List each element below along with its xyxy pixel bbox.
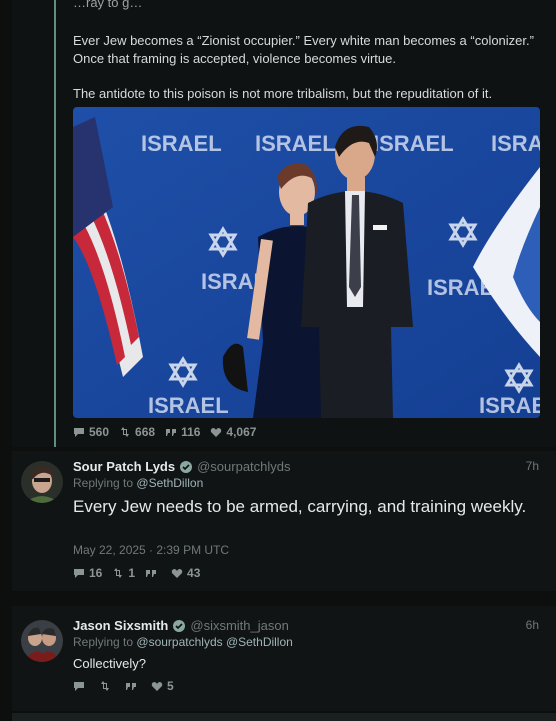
tweet-photo[interactable]: ISRAEL ISRAEL ISRAEL ISRAEL ISRAEL ISRAE… <box>73 107 540 418</box>
author-handle[interactable]: @sixsmith_jason <box>190 618 288 633</box>
like-stat[interactable]: 4,067 <box>210 425 256 439</box>
quote-icon <box>146 570 157 577</box>
replying-to: Replying to @SethDillon <box>73 476 204 490</box>
reply-text: Collectively? <box>73 656 146 671</box>
avatar[interactable] <box>21 620 63 662</box>
quote-stat[interactable] <box>125 679 141 693</box>
heart-icon <box>211 428 222 437</box>
retweet-icon <box>101 681 109 691</box>
verified-badge-icon <box>173 619 186 632</box>
backdrop-text-2: ISRAEL <box>255 131 336 156</box>
reply-stat[interactable]: 16 <box>73 566 102 580</box>
avatar-image <box>21 620 63 662</box>
backdrop-text-3: ISRAEL <box>373 131 454 156</box>
tweet-paragraph-2: The antidote to this poison is not more … <box>73 86 493 101</box>
comment-icon <box>74 428 84 437</box>
retweet-stat[interactable]: 668 <box>119 425 155 439</box>
author-handle[interactable]: @sourpatchlyds <box>197 459 290 474</box>
verified-badge-icon <box>180 460 193 473</box>
tweet-stats: 560 668 116 4,067 <box>73 425 256 439</box>
avatar[interactable] <box>21 461 63 503</box>
reply-text: Every Jew needs to be armed, carrying, a… <box>73 497 527 516</box>
retweet-icon <box>114 568 123 578</box>
retweet-stat[interactable] <box>99 679 115 693</box>
quote-stat[interactable]: 116 <box>165 425 200 439</box>
like-stat[interactable]: 43 <box>171 566 200 580</box>
backdrop-text-4: ISRAEL <box>491 131 540 156</box>
comment-icon <box>74 682 84 691</box>
replying-to: Replying to @sourpatchlyds @SethDillon <box>73 635 293 649</box>
comment-icon <box>74 569 84 578</box>
heart-icon <box>151 682 163 691</box>
replying-to-mention[interactable]: @sourpatchlyds @SethDillon <box>136 635 292 649</box>
author-row: Jason Sixsmith @sixsmith_jason <box>73 618 289 633</box>
avatar-image <box>21 461 63 503</box>
thread-connector-line <box>54 0 56 447</box>
tweet-time[interactable]: 7h <box>526 459 539 473</box>
tweet-paragraph-1: Ever Jew becomes a “Zionist occupier.” E… <box>73 33 534 66</box>
replying-to-mention[interactable]: @SethDillon <box>136 476 203 490</box>
backdrop-text-1: ISRAEL <box>141 131 222 156</box>
heart-icon <box>171 569 183 578</box>
reply-stats: 16 1 43 <box>73 566 200 580</box>
reply-stat[interactable]: 560 <box>73 425 109 439</box>
photo-illustration: ISRAEL ISRAEL ISRAEL ISRAEL ISRAEL ISRAE… <box>73 107 540 418</box>
tweet-text: Ever Jew becomes a “Zionist occupier.” E… <box>73 32 543 103</box>
tweet-time[interactable]: 6h <box>526 618 539 632</box>
reply-stat[interactable] <box>73 679 89 693</box>
author-name[interactable]: Jason Sixsmith <box>73 618 168 633</box>
reply-stats: 5 <box>73 679 174 693</box>
quote-icon <box>126 683 136 690</box>
retweet-stat[interactable]: 1 <box>112 566 135 580</box>
next-tweet-edge <box>12 713 556 721</box>
quote-stat[interactable] <box>145 566 161 580</box>
like-stat[interactable]: 5 <box>151 679 174 693</box>
backdrop-text-7: ISRAEL <box>148 393 229 418</box>
cut-off-text: …ray to g… <box>73 0 143 10</box>
author-row: Sour Patch Lyds @sourpatchlyds <box>73 459 291 474</box>
backdrop-text-8: ISRAEL <box>479 393 540 418</box>
author-name[interactable]: Sour Patch Lyds <box>73 459 175 474</box>
tweet-datetime[interactable]: May 22, 2025 · 2:39 PM UTC <box>73 543 229 557</box>
quote-icon <box>166 429 177 436</box>
retweet-icon <box>121 427 130 437</box>
